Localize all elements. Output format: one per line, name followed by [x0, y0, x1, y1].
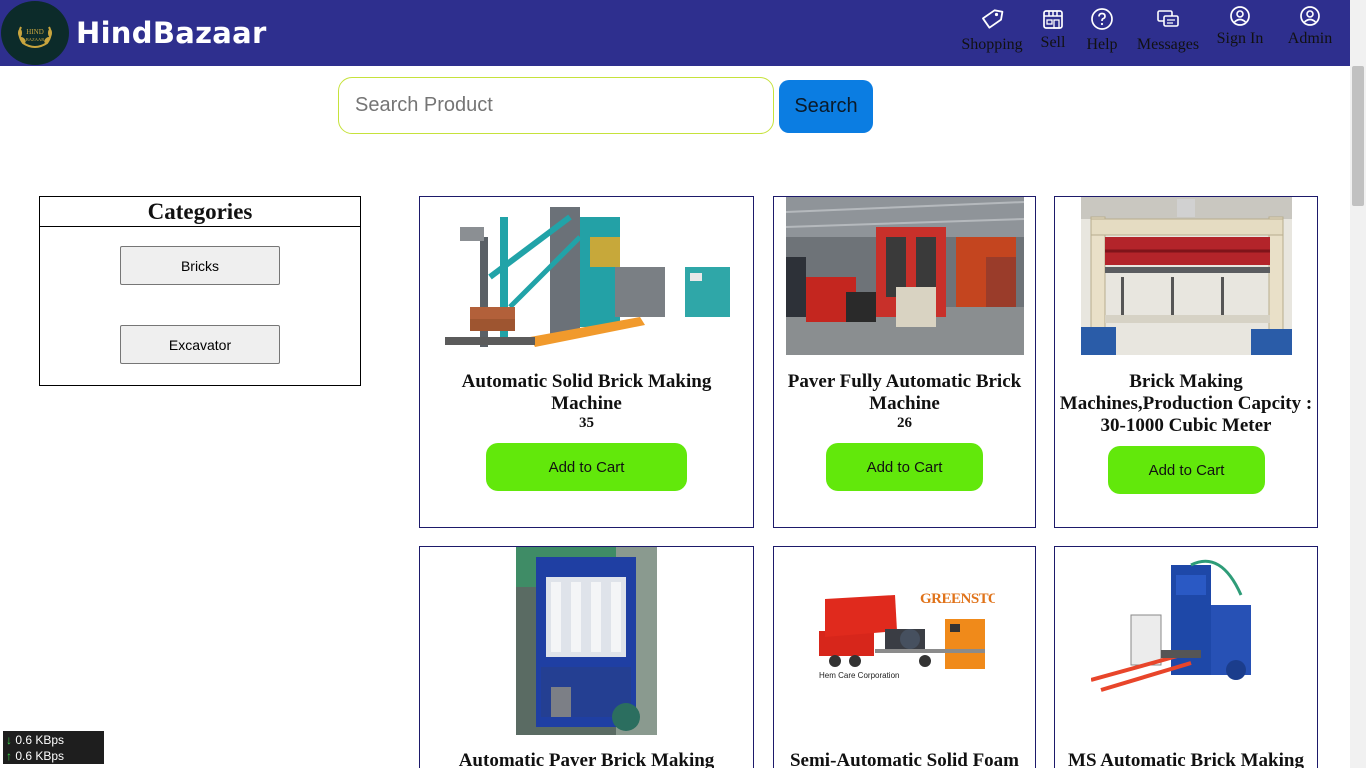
- download-arrow-icon: ↓: [6, 733, 12, 747]
- download-speed: 0.6 KBps: [15, 733, 65, 747]
- brick-machine-image[interactable]: [440, 197, 734, 359]
- network-speed-meter: ↓ 0.6 KBps ↑ 0.6 KBps: [3, 731, 104, 764]
- ms-brick-machine-image[interactable]: [1091, 555, 1271, 705]
- categories-panel: Categories Bricks Excavator: [39, 196, 361, 386]
- blue-paver-machine-image[interactable]: [516, 547, 657, 735]
- nav-label: Help: [1086, 36, 1118, 53]
- upload-arrow-icon: ↑: [6, 749, 12, 763]
- scrollbar-thumb[interactable]: [1352, 66, 1364, 206]
- upload-speed: 0.6 KBps: [15, 749, 65, 763]
- product-title[interactable]: Automatic Solid Brick Making Machine: [424, 371, 749, 415]
- product-card: Automatic Paver Brick Making: [419, 546, 754, 768]
- help-icon: [1091, 8, 1113, 30]
- brand-name[interactable]: HindBazaar: [76, 16, 267, 50]
- nav-sell[interactable]: Sell: [1036, 4, 1070, 62]
- nav-admin[interactable]: Admin: [1282, 4, 1338, 62]
- nav-help[interactable]: Help: [1082, 4, 1122, 62]
- product-quantity: 26: [897, 415, 912, 431]
- nav-label: Admin: [1287, 30, 1333, 47]
- tag-icon: [982, 9, 1004, 29]
- search-button[interactable]: Search: [779, 80, 873, 133]
- product-title[interactable]: Paver Fully Automatic Brick Machine: [778, 371, 1031, 415]
- nav-messages[interactable]: Messages: [1132, 4, 1204, 62]
- hem-care-text: Hem Care Corporation: [819, 671, 900, 680]
- nav-sign-in[interactable]: Sign In: [1212, 4, 1268, 62]
- greenstone-logo-text: GREENSTONE: [920, 591, 995, 607]
- messages-icon: [1157, 10, 1179, 27]
- product-title[interactable]: Automatic Paver Brick Making: [424, 750, 749, 768]
- product-card: Paver Fully Automatic Brick Machine 26 A…: [773, 196, 1036, 528]
- svg-text:HIND: HIND: [26, 28, 44, 36]
- nav-label: Messages: [1136, 36, 1200, 53]
- add-to-cart-button[interactable]: Add to Cart: [826, 443, 983, 491]
- category-bricks-button[interactable]: Bricks: [120, 246, 280, 285]
- product-title[interactable]: Brick Making Machines,Production Capcity…: [1059, 371, 1313, 437]
- laurel-logo-icon: HIND BAZAAR: [18, 26, 52, 48]
- categories-title: Categories: [40, 197, 360, 227]
- foam-machine-image[interactable]: GREENSTONE Hem Care Corporation: [815, 589, 995, 689]
- search-input[interactable]: [338, 77, 774, 134]
- product-card: Automatic Solid Brick Making Machine 35 …: [419, 196, 754, 528]
- product-title[interactable]: MS Automatic Brick Making: [1059, 750, 1313, 768]
- user-circle-icon: [1230, 6, 1250, 26]
- nav-label: Shopping: [961, 36, 1023, 53]
- page: HIND BAZAAR HindBazaar Shopping Sell Hel…: [0, 0, 1366, 768]
- svg-text:BAZAAR: BAZAAR: [26, 37, 45, 42]
- product-quantity: 35: [579, 415, 594, 431]
- add-to-cart-button[interactable]: Add to Cart: [486, 443, 687, 491]
- nav-label: Sign In: [1216, 30, 1264, 47]
- add-to-cart-button[interactable]: Add to Cart: [1108, 446, 1265, 494]
- scrollbar[interactable]: [1350, 0, 1366, 768]
- logo[interactable]: HIND BAZAAR: [1, 1, 69, 65]
- product-title[interactable]: Semi-Automatic Solid Foam: [778, 750, 1031, 768]
- nav-shopping[interactable]: Shopping: [956, 4, 1028, 62]
- product-card: GREENSTONE Hem Care Corporation Semi-Aut…: [773, 546, 1036, 768]
- user-circle-icon: [1300, 6, 1320, 26]
- top-navbar: HIND BAZAAR HindBazaar Shopping Sell Hel…: [0, 0, 1350, 66]
- nav-label: Sell: [1040, 34, 1066, 51]
- aac-machine-image[interactable]: [1081, 197, 1292, 355]
- product-card: Brick Making Machines,Production Capcity…: [1054, 196, 1318, 528]
- store-icon: [1043, 10, 1063, 29]
- paver-machine-image[interactable]: [786, 197, 1024, 355]
- product-card: MS Automatic Brick Making: [1054, 546, 1318, 768]
- category-excavator-button[interactable]: Excavator: [120, 325, 280, 364]
